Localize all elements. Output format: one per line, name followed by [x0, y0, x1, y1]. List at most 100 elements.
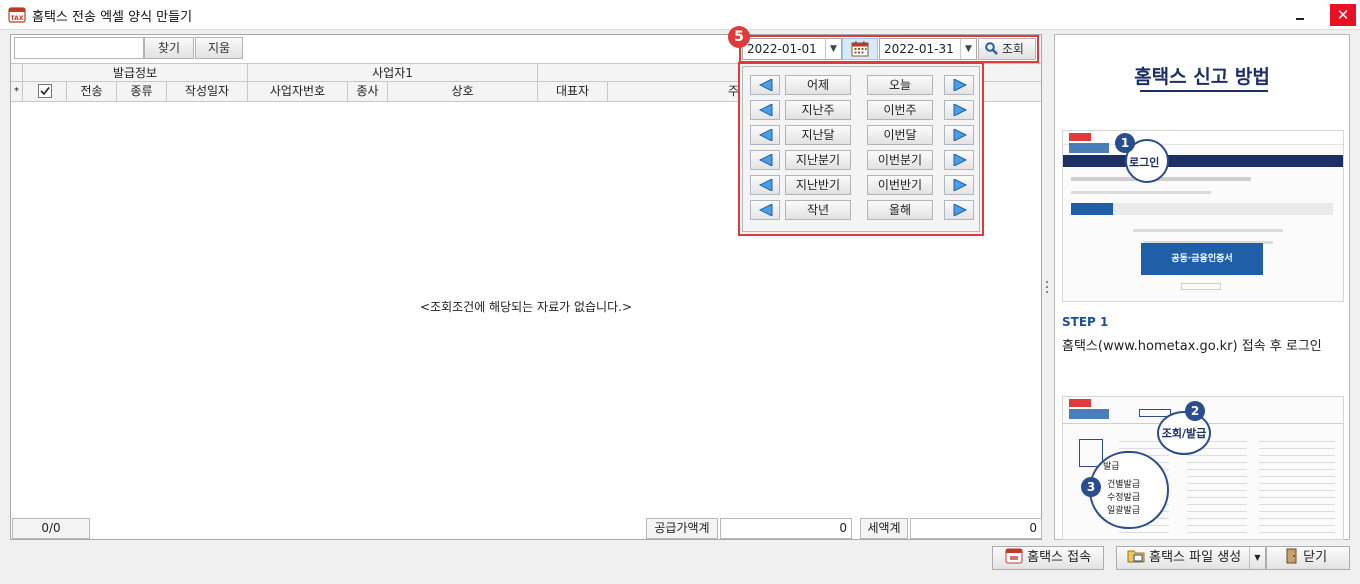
close-label: 닫기	[1303, 550, 1328, 565]
preset-3-prev[interactable]: 지난분기	[785, 150, 851, 170]
title-bar	[0, 0, 1360, 30]
arrow-right-icon	[953, 79, 967, 91]
date-from-value: 2022-01-01	[747, 42, 817, 56]
chevron-down-icon[interactable]: ▼	[1249, 547, 1265, 569]
calendar-button[interactable]	[842, 38, 878, 60]
create-file-label: 홈택스 파일 생성	[1149, 550, 1242, 565]
prev-period-button[interactable]	[750, 100, 780, 120]
column-date[interactable]: 작성일자	[167, 82, 248, 101]
step-badge-2: 2	[1185, 401, 1205, 421]
arrow-right-icon	[953, 104, 967, 116]
step-badge-5: 5	[728, 26, 750, 48]
step-badge-3: 3	[1081, 477, 1101, 497]
preset-0-prev[interactable]: 어제	[785, 75, 851, 95]
column-company-name[interactable]: 상호	[388, 82, 538, 101]
menu-title: 발급	[1103, 462, 1120, 472]
arrow-left-icon	[759, 154, 773, 166]
column-business-number[interactable]: 사업자번호	[248, 82, 348, 101]
calendar-icon	[851, 41, 869, 57]
empty-message: <조회조건에 해당되는 자료가 없습니다.>	[419, 300, 632, 314]
arrow-left-icon	[759, 79, 773, 91]
folder-icon	[1127, 550, 1145, 563]
menu-item: 일괄발급	[1107, 506, 1141, 516]
menu-item: 수정발급	[1107, 493, 1141, 503]
header-blank	[11, 64, 23, 81]
header-business: 사업자1	[248, 64, 538, 81]
inquiry-issue-callout: 조회/발급	[1161, 427, 1207, 440]
arrow-right-icon	[953, 179, 967, 191]
help-title: 홈택스 신고 방법	[1134, 66, 1270, 88]
query-button[interactable]: 조회	[978, 38, 1036, 60]
next-period-button[interactable]	[944, 200, 974, 220]
arrow-right-icon	[953, 204, 967, 216]
preset-4-prev[interactable]: 지난반기	[785, 175, 851, 195]
prev-period-button[interactable]	[750, 150, 780, 170]
date-to-picker[interactable]: 2022-01-31 ▼	[879, 38, 977, 60]
hometax-icon	[1005, 548, 1023, 564]
close-window-button[interactable]: ✕	[1330, 4, 1356, 26]
preset-1-current[interactable]: 이번주	[867, 100, 933, 120]
preset-3-current[interactable]: 이번분기	[867, 150, 933, 170]
login-screenshot: 공동·금융인증서 로그인 1	[1062, 130, 1344, 302]
preset-0-current[interactable]: 오늘	[867, 75, 933, 95]
minimize-button[interactable]	[1288, 6, 1312, 24]
login-callout: 로그인	[1129, 156, 1160, 169]
tax-total-value: 0	[910, 518, 1042, 539]
column-send[interactable]: 전송	[67, 82, 117, 101]
preset-1-prev[interactable]: 지난주	[785, 100, 851, 120]
prev-period-button[interactable]	[750, 75, 780, 95]
date-preset-panel: 어제 오늘지난주 이번주지난달 이번달지난분기 이번분기지난반기 이번반기작년 올해	[742, 66, 980, 232]
date-from-picker[interactable]: 2022-01-01 ▼	[742, 38, 842, 60]
preset-4-current[interactable]: 이번반기	[867, 175, 933, 195]
app-icon: TAX	[8, 7, 26, 23]
next-period-button[interactable]	[944, 150, 974, 170]
prev-period-button[interactable]	[750, 200, 780, 220]
supply-total-label: 공급가액계	[646, 518, 718, 539]
column-select-marker: *	[11, 82, 23, 101]
preset-2-current[interactable]: 이번달	[867, 125, 933, 145]
arrow-right-icon	[953, 154, 967, 166]
prev-period-button[interactable]	[750, 125, 780, 145]
preset-5-prev[interactable]: 작년	[785, 200, 851, 220]
find-button[interactable]: 찾기	[144, 37, 194, 59]
arrow-left-icon	[759, 179, 773, 191]
supply-total-value: 0	[720, 518, 852, 539]
prev-period-button[interactable]	[750, 175, 780, 195]
step-badge-1: 1	[1115, 133, 1135, 153]
splitter-handle[interactable]	[1045, 280, 1049, 294]
create-hometax-file-button[interactable]: 홈택스 파일 생성 ▼	[1116, 546, 1266, 570]
query-label: 조회	[1001, 42, 1024, 56]
step-label: STEP 1	[1062, 315, 1109, 329]
svg-text:TAX: TAX	[11, 15, 24, 22]
hometax-connect-button[interactable]: 홈택스 접속	[992, 546, 1104, 570]
clear-button[interactable]: 지움	[195, 37, 243, 59]
arrow-left-icon	[759, 129, 773, 141]
date-to-value: 2022-01-31	[884, 42, 954, 56]
search-icon	[985, 42, 998, 55]
tax-total-label: 세액계	[860, 518, 908, 539]
column-kind[interactable]: 종류	[117, 82, 167, 101]
arrow-left-icon	[759, 204, 773, 216]
arrow-right-icon	[953, 129, 967, 141]
column-ceo[interactable]: 대표자	[538, 82, 608, 101]
exit-door-icon	[1286, 548, 1297, 564]
close-button[interactable]: 닫기	[1266, 546, 1350, 570]
hometax-connect-label: 홈택스 접속	[1027, 550, 1092, 565]
next-period-button[interactable]	[944, 100, 974, 120]
arrow-left-icon	[759, 104, 773, 116]
next-period-button[interactable]	[944, 75, 974, 95]
chevron-down-icon[interactable]: ▼	[960, 39, 976, 59]
cert-login-button: 공동·금융인증서	[1141, 243, 1263, 275]
preset-5-current[interactable]: 올해	[867, 200, 933, 220]
chevron-down-icon[interactable]: ▼	[825, 39, 841, 59]
next-period-button[interactable]	[944, 125, 974, 145]
menu-item: 건별발급	[1107, 480, 1141, 490]
search-input[interactable]	[14, 37, 144, 59]
issue-menu-screenshot: 조회/발급 2 발급 건별발급수정발급일괄발급 3	[1062, 396, 1344, 540]
select-all-checkbox[interactable]	[23, 82, 67, 101]
column-branch[interactable]: 종사	[348, 82, 388, 101]
window-title: 홈택스 전송 엑셀 양식 만들기	[32, 10, 193, 25]
next-period-button[interactable]	[944, 175, 974, 195]
header-issue-info: 발급정보	[23, 64, 248, 81]
preset-2-prev[interactable]: 지난달	[785, 125, 851, 145]
